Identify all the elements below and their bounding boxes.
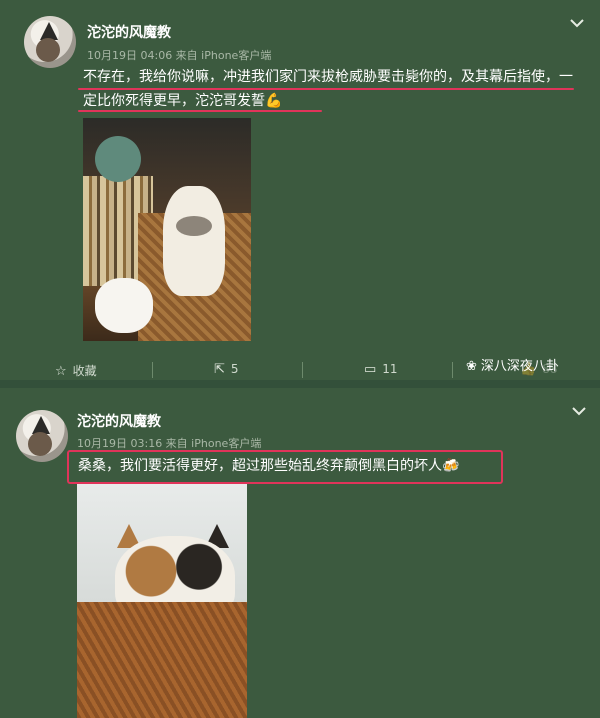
highlight-underline <box>78 88 574 90</box>
favorite-button[interactable]: ☆ 收藏 <box>55 362 97 379</box>
repost-icon: ⇱ <box>214 362 225 377</box>
avatar[interactable] <box>16 410 68 462</box>
repost-button[interactable]: ⇱ 5 <box>214 362 239 377</box>
comment-count: 11 <box>382 362 398 376</box>
watermark-text: 深八深夜八卦 <box>480 359 559 374</box>
wicker-basket <box>77 602 247 718</box>
highlight-underline <box>78 110 322 112</box>
beer-emoji: 🍻 <box>442 458 460 474</box>
lamp-figure <box>95 136 141 182</box>
divider <box>302 362 303 378</box>
post-text-line-1: 不存在，我给你说嘛，冲进我们家门来拔枪威胁要击毙你的，及其幕后指使，一 <box>83 69 573 85</box>
post-meta: 10月19日 04:06 来自 iPhone客户端 <box>87 49 272 62</box>
white-poodle-dog <box>163 186 225 296</box>
divider <box>452 362 453 378</box>
author-name[interactable]: 沱沱的风魔教 <box>77 411 161 431</box>
post-meta: 10月19日 03:16 来自 iPhone客户端 <box>77 437 262 450</box>
post-text-line-2: 定比你死得更早，沱沱哥发誓💪 <box>83 91 282 112</box>
comment-icon: ▭ <box>364 362 377 377</box>
post-text-content: 桑桑，我们要活得更好，超过那些始乱终弃颠倒黑白的坏人 <box>78 458 442 474</box>
flexed-arm-emoji: 💪 <box>265 93 283 109</box>
divider <box>152 362 153 378</box>
white-small-dog <box>95 278 153 333</box>
dog-photo[interactable] <box>83 118 251 341</box>
favorite-label: 收藏 <box>72 364 97 378</box>
chevron-down-icon[interactable] <box>570 18 584 30</box>
star-icon: ☆ <box>55 364 67 379</box>
chevron-down-icon[interactable] <box>572 406 586 418</box>
dog-face-shadow <box>176 216 212 236</box>
weibo-post-1: 沱沱的风魔教 10月19日 04:06 来自 iPhone客户端 不存在，我给你… <box>0 0 600 388</box>
avatar[interactable] <box>24 16 76 68</box>
repost-count: 5 <box>230 362 239 376</box>
account-watermark: ❀ 深八深夜八卦 <box>466 355 559 374</box>
comment-button[interactable]: ▭ 11 <box>364 362 398 377</box>
cat-photo[interactable] <box>77 484 247 718</box>
post-text-line-2-content: 定比你死得更早，沱沱哥发誓 <box>83 93 265 109</box>
post-text: 桑桑，我们要活得更好，超过那些始乱终弃颠倒黑白的坏人🍻 <box>78 456 459 477</box>
author-name[interactable]: 沱沱的风魔教 <box>87 22 171 42</box>
wechat-icon: ❀ <box>466 359 477 374</box>
